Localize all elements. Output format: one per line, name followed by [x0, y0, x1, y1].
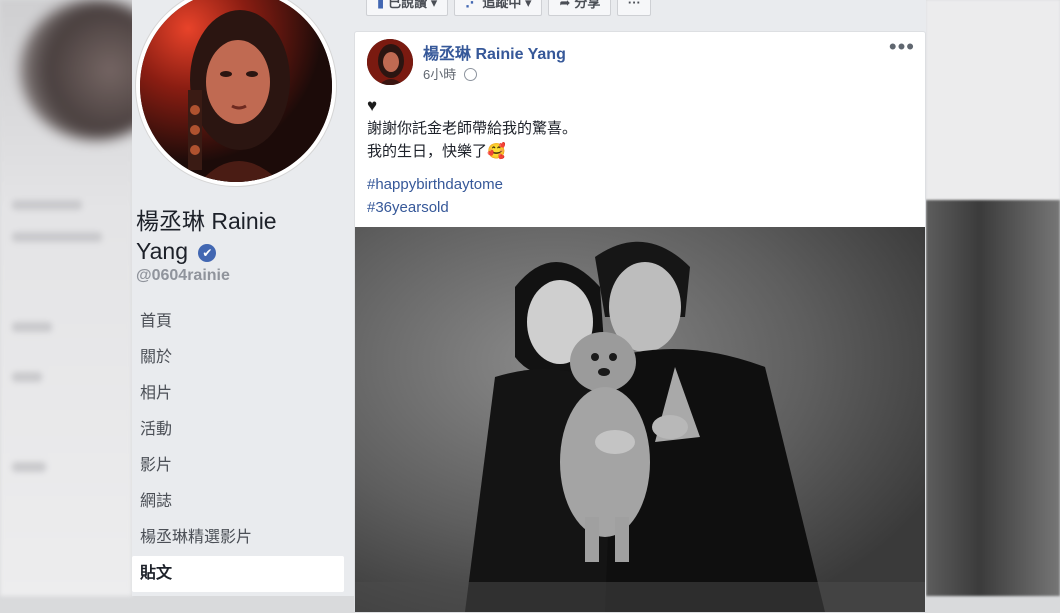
- background-ghost-text: [12, 200, 82, 210]
- post-text-line: 我的生日，快樂了🥰: [367, 143, 506, 160]
- page-sidebar: 楊丞琳 Rainie Yang ✔ @0604rainie 首頁 關於 相片 活…: [132, 0, 354, 596]
- post-timestamp[interactable]: 6小時: [423, 67, 456, 82]
- page-action-bar: ▮ 已說讚 ▾ ⋰ 追蹤中 ▾ ➦ 分享 ···: [366, 0, 652, 16]
- nav-item-featured-videos[interactable]: 楊丞琳精選影片: [132, 520, 344, 556]
- post-photo[interactable]: [355, 227, 925, 612]
- background-ghost-text: [12, 232, 102, 242]
- background-blur-left: [0, 0, 170, 596]
- liked-button[interactable]: ▮ 已說讚 ▾: [366, 0, 449, 16]
- post-author-name[interactable]: 楊丞琳 Rainie Yang: [423, 40, 566, 64]
- page-title[interactable]: 楊丞琳 Rainie Yang ✔: [136, 206, 346, 266]
- hashtag-link[interactable]: #happybirthdaytome: [367, 176, 503, 193]
- nav-item-videos[interactable]: 影片: [132, 448, 344, 484]
- black-heart-icon: ♥: [367, 96, 378, 115]
- nav-item-events[interactable]: 活動: [132, 412, 344, 448]
- background-ghost-text: [12, 372, 42, 382]
- post-options-menu[interactable]: •••: [889, 34, 915, 60]
- rss-icon: ⋰: [465, 0, 479, 10]
- page-nav: 首頁 關於 相片 活動 影片 網誌 楊丞琳精選影片 貼文: [132, 304, 344, 592]
- nav-item-about[interactable]: 關於: [132, 340, 344, 376]
- background-ghost-text: [12, 322, 52, 332]
- nav-item-home[interactable]: 首頁: [132, 304, 344, 340]
- post-card: 楊丞琳 Rainie Yang 6小時 ••• ♥ 謝謝你託金老師帶給我的驚喜。…: [354, 31, 926, 613]
- like-icon: ▮: [377, 0, 385, 10]
- background-ghost-text: [12, 462, 46, 472]
- share-label: 分享: [574, 0, 601, 10]
- background-blur-right: [926, 0, 1060, 596]
- following-button[interactable]: ⋰ 追蹤中 ▾: [454, 0, 543, 16]
- share-icon: ➦: [559, 0, 571, 10]
- nav-item-posts[interactable]: 貼文: [132, 556, 344, 592]
- following-label: 追蹤中: [482, 0, 522, 10]
- globe-icon: [463, 68, 477, 81]
- nav-item-notes[interactable]: 網誌: [132, 484, 344, 520]
- verified-icon: ✔: [198, 244, 217, 262]
- page-handle: @0604rainie: [136, 267, 230, 284]
- post-text-line: 謝謝你託金老師帶給我的驚喜。: [367, 120, 578, 137]
- feed-column: ▮ 已說讚 ▾ ⋰ 追蹤中 ▾ ➦ 分享 ··· 楊丞琳 Rainie Yang 6小…: [354, 0, 926, 613]
- page-title-line1: 楊丞琳 Rainie: [136, 208, 277, 234]
- nav-item-photos[interactable]: 相片: [132, 376, 344, 412]
- post-body: ♥ 謝謝你託金老師帶給我的驚喜。 我的生日，快樂了🥰 #happybirthda…: [367, 94, 907, 219]
- liked-label: 已說讚: [388, 0, 428, 10]
- hashtag-link[interactable]: #36yearsold: [367, 199, 449, 216]
- post-author-avatar[interactable]: [367, 39, 413, 85]
- more-actions-button[interactable]: ···: [617, 0, 652, 16]
- post-meta: 6小時: [423, 64, 477, 83]
- page-title-line2: Yang: [136, 238, 189, 264]
- share-button[interactable]: ➦ 分享: [548, 0, 612, 16]
